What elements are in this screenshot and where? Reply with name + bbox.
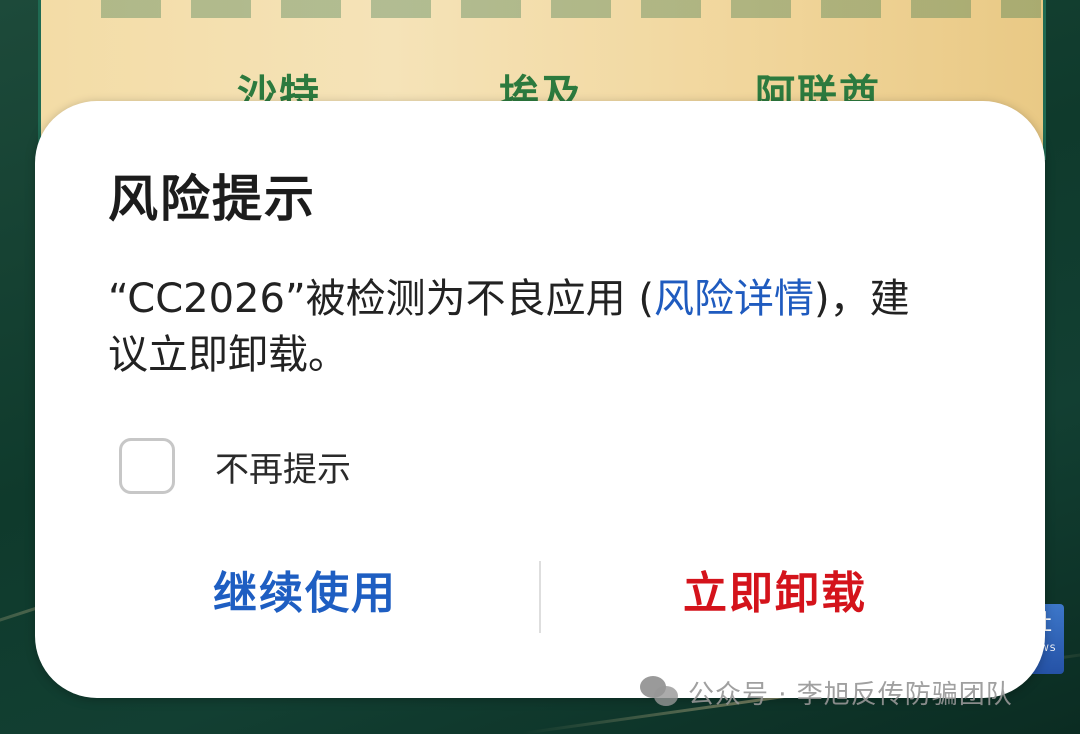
risk-warning-dialog: 风险提示 “CC2026”被检测为不良应用 (风险详情)，建议立即卸载。 不再提… — [35, 101, 1045, 698]
dont-show-again-checkbox[interactable] — [119, 438, 175, 494]
button-divider — [539, 561, 541, 633]
screen: 沙特 埃及 阿联酋 社 NEWS 风险提示 “CC2026”被检测为不良应用 (… — [0, 0, 1080, 734]
dialog-title: 风险提示 — [108, 170, 316, 228]
message-prefix: “CC2026”被检测为不良应用 ( — [108, 276, 654, 322]
dont-show-again-row[interactable]: 不再提示 — [119, 436, 351, 496]
dont-show-again-label[interactable]: 不再提示 — [215, 442, 351, 491]
wechat-icon — [640, 676, 680, 708]
poster-top-decoration — [101, 0, 1041, 18]
uninstall-now-button[interactable]: 立即卸载 — [545, 559, 1005, 629]
continue-using-button[interactable]: 继续使用 — [75, 559, 535, 629]
dialog-message: “CC2026”被检测为不良应用 (风险详情)，建议立即卸载。 — [108, 271, 928, 383]
watermark-text: 公众号 · 李旭反传防骗团队 — [688, 679, 1013, 710]
watermark: 公众号 · 李旭反传防骗团队 — [640, 672, 1013, 712]
risk-details-link[interactable]: 风险详情 — [654, 276, 814, 322]
